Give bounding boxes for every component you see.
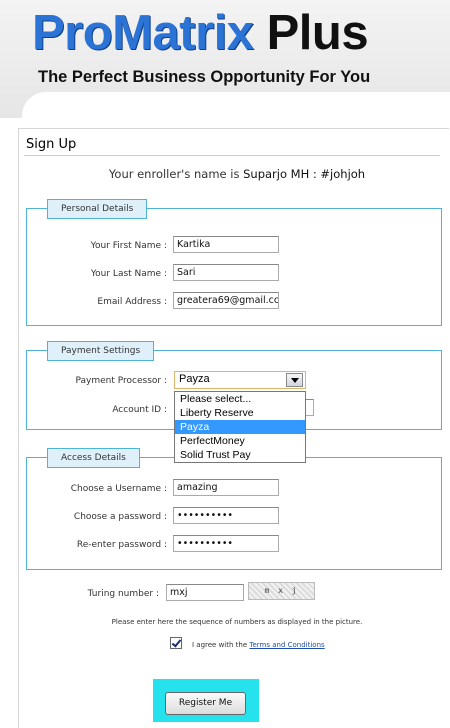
title-divider xyxy=(24,155,440,156)
enroller-prefix: Your enroller's name is xyxy=(108,167,244,181)
captcha-image: m x j xyxy=(248,582,315,600)
chevron-down-icon[interactable] xyxy=(286,373,303,387)
turing-instruction: Please enter here the sequence of number… xyxy=(111,618,363,626)
enroller-info: Your enroller's name is Suparjo MH : #jo… xyxy=(0,167,450,181)
site-tagline: The Perfect Business Opportunity For You xyxy=(38,68,371,86)
terms-link[interactable]: Terms and Conditions xyxy=(249,641,324,649)
site-logo: ProMatrix Plus xyxy=(32,2,369,64)
last-name-label: Your Last Name : xyxy=(90,269,167,279)
register-button[interactable]: Register Me xyxy=(165,692,246,715)
payment-settings-legend: Payment Settings xyxy=(47,341,155,361)
logo-plus: Plus xyxy=(253,6,369,60)
header-curve xyxy=(22,92,450,132)
username-label: Choose a Username : xyxy=(70,484,167,494)
first-name-label: Your First Name : xyxy=(90,241,167,251)
option-perfectmoney[interactable]: PerfectMoney xyxy=(175,434,305,448)
password-label: Choose a password : xyxy=(73,512,167,522)
email-label: Email Address : xyxy=(97,297,167,307)
account-id-label: Account ID : xyxy=(112,405,167,415)
page-title: Sign Up xyxy=(26,137,77,152)
agree-checkbox[interactable] xyxy=(170,637,182,649)
email-input[interactable]: greatera69@gmail.cc xyxy=(173,292,279,309)
username-input[interactable]: amazing xyxy=(173,479,279,496)
password-input[interactable]: •••••••••• xyxy=(173,507,279,524)
site-header: ProMatrix Plus The Perfect Business Oppo… xyxy=(0,0,450,132)
logo-promatrix: ProMatrix xyxy=(32,6,254,60)
turing-number-label: Turing number : xyxy=(87,589,159,599)
option-liberty-reserve[interactable]: Liberty Reserve xyxy=(175,406,305,420)
personal-details-legend: Personal Details xyxy=(47,199,148,219)
enroller-name: Suparjo MH : #johjoh xyxy=(243,167,366,181)
reenter-password-input[interactable]: •••••••••• xyxy=(173,535,279,552)
reenter-password-label: Re-enter password : xyxy=(76,540,167,550)
option-please-select[interactable]: Please select... xyxy=(175,392,305,406)
first-name-input[interactable]: Kartika xyxy=(173,236,279,253)
payment-processor-value: Payza xyxy=(179,373,210,385)
agree-text: I agree with the Terms and Conditions xyxy=(192,641,325,649)
agree-label: I agree with the xyxy=(192,641,250,649)
last-name-input[interactable]: Sari xyxy=(173,264,279,281)
option-payza[interactable]: Payza xyxy=(175,420,305,434)
access-details-legend: Access Details xyxy=(47,448,140,468)
option-solid-trust-pay[interactable]: Solid Trust Pay xyxy=(175,448,305,462)
turing-number-input[interactable]: mxj xyxy=(166,584,244,601)
payment-processor-label: Payment Processor : xyxy=(75,376,167,386)
payment-processor-dropdown: Please select... Liberty Reserve Payza P… xyxy=(174,391,306,463)
payment-processor-select[interactable]: Payza xyxy=(174,371,306,389)
register-highlight: Register Me xyxy=(153,679,259,722)
